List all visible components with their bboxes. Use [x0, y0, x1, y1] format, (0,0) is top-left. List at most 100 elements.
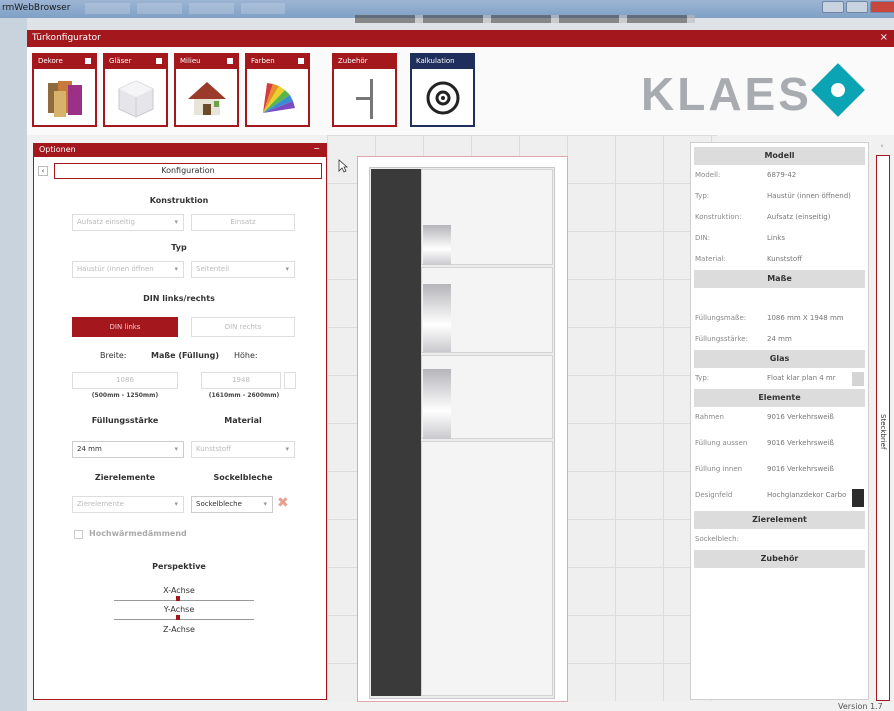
- zierelemente-value: Zierelemente: [77, 500, 124, 508]
- app-close-button[interactable]: ×: [880, 32, 888, 43]
- tile-glaeser[interactable]: Gläser: [103, 53, 168, 127]
- x-achse-thumb[interactable]: [176, 596, 180, 601]
- prop-value: Aufsatz (einseitig): [767, 213, 831, 221]
- decor-swatches-icon: [48, 81, 82, 117]
- din-rechts-button[interactable]: DIN rechts: [191, 317, 295, 337]
- section-glas: Glas: [694, 350, 865, 368]
- prop-value: 24 mm: [767, 335, 792, 343]
- calculate-gear-icon: [426, 81, 460, 115]
- door-glass-2: [423, 284, 451, 352]
- prop-value: Links: [767, 234, 785, 242]
- konstruktion-label: Konstruktion: [149, 196, 209, 205]
- prop-row: Rahmen 9016 Verkehrsweiß: [691, 407, 868, 433]
- tile-header: Gläser: [105, 55, 166, 69]
- masse-label: Maße (Füllung): [151, 351, 219, 360]
- tile-header: Farben: [247, 55, 308, 69]
- hoehe-label: Höhe:: [234, 351, 258, 360]
- tile-zubehoer[interactable]: Zubehör: [332, 53, 397, 127]
- konfiguration-row: ‹ Konfiguration: [38, 163, 322, 179]
- breite-input[interactable]: 1086: [72, 372, 178, 389]
- chevron-down-icon: ▾: [174, 218, 178, 226]
- prop-key: Designfeld: [695, 491, 733, 499]
- din-links-button[interactable]: DIN links: [72, 317, 178, 337]
- spinner-icon[interactable]: [284, 372, 296, 389]
- hoehe-range: (1610mm - 2600mm): [208, 392, 280, 399]
- close-window-button[interactable]: [870, 1, 894, 13]
- seitenteil-value: Seitenteil: [196, 265, 230, 273]
- prop-key: Typ:: [695, 192, 710, 200]
- zierelemente-select[interactable]: Zierelemente ▾: [72, 496, 184, 513]
- dropdown-icon: [85, 58, 91, 64]
- steckbrief-tab[interactable]: Steckbrief: [876, 155, 890, 701]
- os-tabs: [85, 3, 285, 14]
- collapse-icon[interactable]: ‹: [38, 166, 48, 176]
- tile-header: Milieu: [176, 55, 237, 69]
- prop-key: Füllung aussen: [695, 439, 748, 447]
- material-select[interactable]: Kunststoff ▾: [191, 441, 295, 458]
- os-title: rmWebBrowser: [2, 3, 71, 13]
- tile-farben[interactable]: Farben: [245, 53, 310, 127]
- prop-key: Material:: [695, 255, 726, 263]
- konstruktion-select[interactable]: Aufsatz einseitig ▾: [72, 214, 184, 231]
- dropdown-icon: [227, 58, 233, 64]
- chevron-down-icon: ▾: [285, 445, 289, 453]
- prop-row: Füllung innen 9016 Verkehrsweiß: [691, 459, 868, 485]
- prop-row: Konstruktion: Aufsatz (einseitig): [691, 207, 868, 228]
- house-icon: [188, 82, 226, 115]
- tile-milieu[interactable]: Milieu: [174, 53, 239, 127]
- options-header: Optionen −: [34, 144, 326, 157]
- tile-kalkulation[interactable]: Kalkulation: [410, 53, 475, 127]
- prop-row: Sockelblech:: [691, 529, 868, 550]
- y-achse-slider[interactable]: [114, 619, 254, 620]
- maximize-button[interactable]: [846, 1, 868, 13]
- tile-label: Milieu: [180, 57, 201, 65]
- section-elemente: Elemente: [694, 389, 865, 407]
- typ-value: Haustür (innen öffnen: [77, 265, 154, 273]
- zierelemente-label: Zierelemente: [94, 473, 156, 482]
- konfiguration-tab[interactable]: Konfiguration: [54, 163, 322, 179]
- tile-header: Kalkulation: [412, 55, 473, 69]
- delete-icon[interactable]: ✖: [277, 495, 289, 511]
- fuellungsstaerke-value: 24 mm: [77, 445, 102, 453]
- fuellungsstaerke-select[interactable]: 24 mm ▾: [72, 441, 184, 458]
- prop-key: Konstruktion:: [695, 213, 742, 221]
- door-glass-1: [423, 225, 451, 265]
- breite-range: (500mm - 1250mm): [91, 392, 159, 399]
- breite-label: Breite:: [100, 351, 127, 360]
- typ-select[interactable]: Haustür (innen öffnen ▾: [72, 261, 184, 278]
- material-label: Material: [224, 416, 262, 425]
- seitenteil-select[interactable]: Seitenteil ▾: [191, 261, 295, 278]
- prop-value: Hochglanzdekor Carbo: [767, 491, 847, 499]
- steckbrief-label: Steckbrief: [879, 414, 887, 450]
- prop-key: Füllung innen: [695, 465, 743, 473]
- door-panel-4: [421, 441, 553, 696]
- einsatz-button[interactable]: Einsatz: [191, 214, 295, 231]
- options-minimize-button[interactable]: −: [313, 144, 320, 153]
- y-achse-thumb[interactable]: [176, 615, 180, 620]
- section-zierelement: Zierelement: [694, 511, 865, 529]
- prop-key: Sockelblech:: [695, 535, 739, 543]
- hochwaerme-label: Hochwärmedämmend: [89, 529, 187, 538]
- minimize-button[interactable]: [822, 1, 844, 13]
- options-title: Optionen: [39, 145, 76, 154]
- prop-key: Modell:: [695, 171, 721, 179]
- prop-row: Füllungsmaße: 1086 mm X 1948 mm: [691, 308, 868, 329]
- prop-value: 9016 Verkehrsweiß: [767, 465, 834, 473]
- options-panel: Optionen − ‹ Konfiguration Konstruktion …: [33, 143, 327, 700]
- hoehe-input[interactable]: 1948: [201, 372, 281, 389]
- hochwaerme-checkbox[interactable]: [74, 530, 83, 539]
- prop-value: 1086 mm X 1948 mm: [767, 314, 844, 322]
- perspektive-label: Perspektive: [152, 562, 206, 571]
- prop-value: Haustür (innen öffnend): [767, 192, 851, 200]
- sockelbleche-select[interactable]: Sockelbleche ▾: [191, 496, 273, 513]
- expand-icon[interactable]: ‹: [876, 142, 888, 152]
- mouse-cursor-icon: [338, 159, 348, 173]
- dropdown-icon: [156, 58, 162, 64]
- glass-cube-icon: [118, 80, 154, 118]
- door-glass-3: [423, 369, 451, 439]
- tile-label: Dekore: [38, 57, 63, 65]
- tile-label: Zubehör: [338, 57, 368, 65]
- x-achse-slider[interactable]: [114, 600, 254, 601]
- app-titlebar: Türkonfigurator ×: [27, 30, 894, 47]
- tile-dekore[interactable]: Dekore: [32, 53, 97, 127]
